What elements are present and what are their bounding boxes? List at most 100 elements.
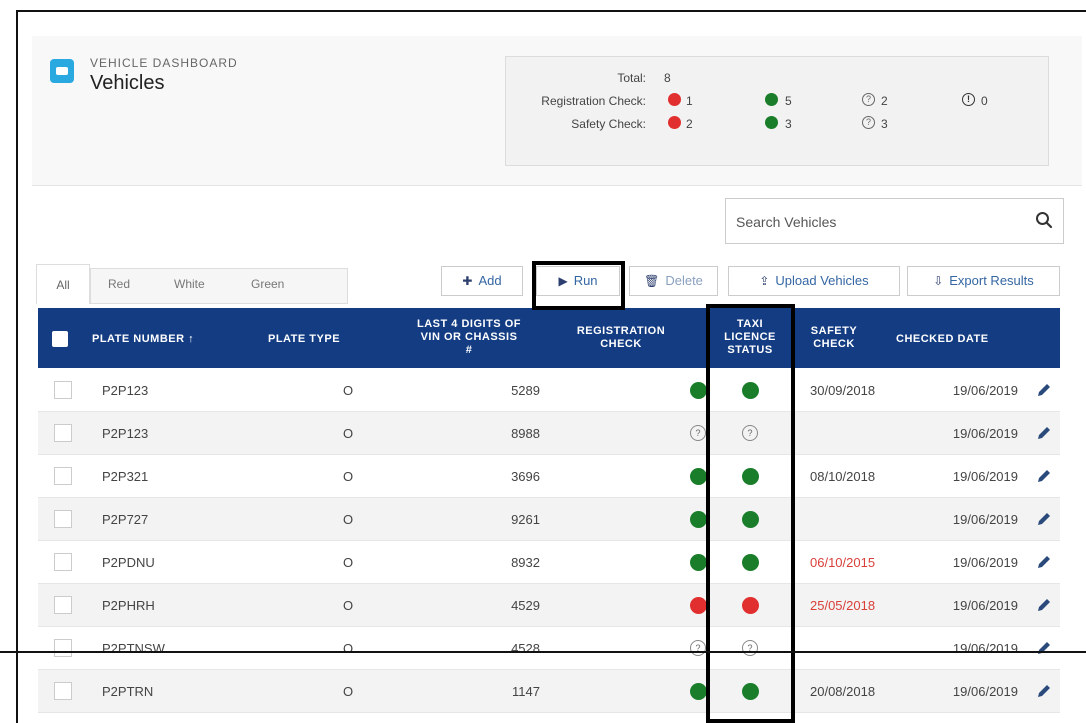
page-title: Vehicles	[90, 72, 165, 94]
edit-icon[interactable]	[1035, 639, 1053, 657]
table-row[interactable]: P2PTNSW O 4528?? 19/06/2019	[38, 627, 1060, 670]
col-registration-check[interactable]: REGISTRATION CHECK	[556, 325, 686, 351]
registration-pass-icon	[690, 683, 707, 700]
table-row[interactable]: P2PTRN O 1147 20/08/2018 19/06/2019	[38, 670, 1060, 713]
add-button[interactable]: ✚ Add	[441, 266, 523, 296]
checked-date: 19/06/2019	[952, 641, 1018, 656]
registration-pass-icon	[690, 554, 707, 571]
plate-number: P2P123	[102, 383, 149, 398]
col-vin[interactable]: LAST 4 DIGITS OF VIN OR CHASSIS #	[394, 318, 544, 357]
trash-icon: 🗑	[644, 274, 660, 288]
edit-icon[interactable]	[1035, 381, 1053, 399]
cut-line	[0, 651, 1086, 653]
registration-fail-icon	[668, 93, 681, 106]
plate-type: O	[342, 512, 354, 527]
row-checkbox[interactable]	[54, 639, 72, 657]
plate-type: O	[342, 598, 354, 613]
plate-type: O	[342, 684, 354, 699]
table-row[interactable]: P2P727 O 9261 19/06/2019	[38, 498, 1060, 541]
plate-number: P2P727	[102, 512, 149, 527]
plate-number: P2P321	[102, 469, 149, 484]
plate-number: P2PTNSW	[102, 641, 165, 656]
registration-info-count: 0	[981, 94, 988, 108]
plate-type: O	[342, 641, 354, 656]
table-row[interactable]: P2P321 O 3696 08/10/2018 19/06/2019	[38, 455, 1060, 498]
col-checked-date[interactable]: CHECKED DATE	[896, 333, 989, 346]
row-checkbox[interactable]	[54, 596, 72, 614]
checked-date: 19/06/2019	[952, 598, 1018, 613]
safety-unknown-icon: ?	[862, 116, 875, 129]
download-icon: ⇩	[933, 274, 944, 288]
registration-fail-count: 1	[686, 94, 693, 108]
vin-last4: 8932	[511, 555, 540, 570]
col-plate-number[interactable]: PLATE NUMBER ↑	[92, 333, 194, 346]
table-row[interactable]: P2P123 O 8988?? 19/06/2019	[38, 412, 1060, 455]
tab-red[interactable]: Red	[108, 264, 130, 304]
plate-type: O	[342, 426, 354, 441]
vin-last4: 4528	[511, 641, 540, 656]
edit-icon[interactable]	[1035, 467, 1053, 485]
search-box	[725, 198, 1064, 244]
col-vin-line3: #	[465, 344, 473, 356]
total-label: Total:	[617, 71, 646, 85]
plate-type: O	[342, 469, 354, 484]
registration-pass-icon	[765, 93, 778, 106]
table-row[interactable]: P2PHRH O 4529 25/05/2018 19/06/2019	[38, 584, 1060, 627]
registration-info-icon: !	[962, 93, 975, 106]
edit-icon[interactable]	[1035, 682, 1053, 700]
row-checkbox[interactable]	[54, 510, 72, 528]
add-label: Add	[478, 273, 502, 288]
edit-icon[interactable]	[1035, 553, 1053, 571]
tab-all[interactable]: All	[36, 264, 90, 304]
search-input[interactable]	[736, 211, 1016, 233]
col-plate-type[interactable]: PLATE TYPE	[268, 333, 340, 346]
edit-icon[interactable]	[1035, 510, 1053, 528]
registration-unknown-count: 2	[881, 94, 888, 108]
tab-white[interactable]: White	[174, 264, 205, 304]
col-safety-line1: SAFETY	[810, 325, 858, 337]
col-vin-line2: VIN OR CHASSIS	[420, 331, 518, 343]
safety-check-date: 25/05/2018	[810, 598, 876, 613]
search-icon[interactable]	[1035, 211, 1053, 229]
vin-last4: 3696	[511, 469, 540, 484]
safety-unknown-count: 3	[881, 117, 888, 131]
row-checkbox[interactable]	[54, 682, 72, 700]
row-checkbox[interactable]	[54, 553, 72, 571]
safety-check-date: 08/10/2018	[810, 469, 876, 484]
col-reg-line2: CHECK	[600, 338, 642, 350]
table-row[interactable]: P2PDNU O 8932 06/10/2015 19/06/2019	[38, 541, 1060, 584]
col-safety-check[interactable]: SAFETY CHECK	[802, 325, 866, 351]
checked-date: 19/06/2019	[952, 469, 1018, 484]
run-button-highlight	[532, 261, 625, 310]
plus-icon: ✚	[462, 274, 473, 288]
upload-label: Upload Vehicles	[775, 273, 869, 288]
export-results-button[interactable]: ⇩ Export Results	[907, 266, 1060, 296]
edit-icon[interactable]	[1035, 596, 1053, 614]
plate-number: P2P123	[102, 426, 149, 441]
summary-panel: Total: 8 Registration Check: 1 5 ? 2 ! 0…	[505, 56, 1049, 166]
registration-pass-icon	[690, 468, 707, 485]
registration-pass-icon	[690, 382, 707, 399]
row-checkbox[interactable]	[54, 381, 72, 399]
plate-number: P2PDNU	[102, 555, 155, 570]
safety-fail-icon	[668, 116, 681, 129]
delete-button[interactable]: 🗑 Delete	[629, 266, 718, 296]
taxi-column-highlight	[706, 304, 795, 723]
table-row[interactable]: P2P123 O 5289 30/09/2018 19/06/2019	[38, 369, 1060, 412]
edit-icon[interactable]	[1035, 424, 1053, 442]
select-all-checkbox[interactable]	[52, 331, 68, 347]
row-checkbox[interactable]	[54, 467, 72, 485]
safety-check-date: 06/10/2015	[810, 555, 876, 570]
upload-vehicles-button[interactable]: ⇪ Upload Vehicles	[728, 266, 900, 296]
export-label: Export Results	[949, 273, 1034, 288]
safety-pass-icon	[765, 116, 778, 129]
page-kicker: VEHICLE DASHBOARD	[90, 56, 238, 70]
vin-last4: 1147	[512, 684, 540, 699]
vin-last4: 9261	[511, 512, 540, 527]
row-checkbox[interactable]	[54, 424, 72, 442]
tab-green[interactable]: Green	[251, 264, 284, 304]
checked-date: 19/06/2019	[952, 383, 1018, 398]
filter-tabs: All Red White Green	[36, 264, 348, 304]
plate-type: O	[342, 383, 354, 398]
registration-unknown-icon: ?	[862, 93, 875, 106]
